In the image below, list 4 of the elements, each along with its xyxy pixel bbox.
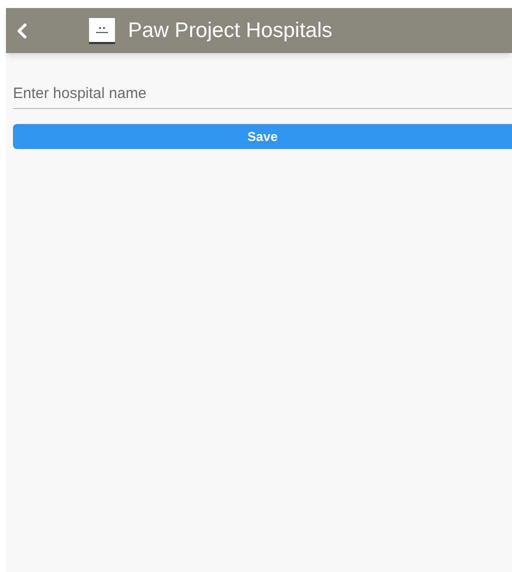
- hospital-name-field[interactable]: Enter hospital name: [13, 79, 512, 109]
- logo-icon: [89, 18, 115, 44]
- save-button[interactable]: Save: [13, 124, 512, 149]
- app-title: Paw Project Hospitals: [128, 18, 332, 44]
